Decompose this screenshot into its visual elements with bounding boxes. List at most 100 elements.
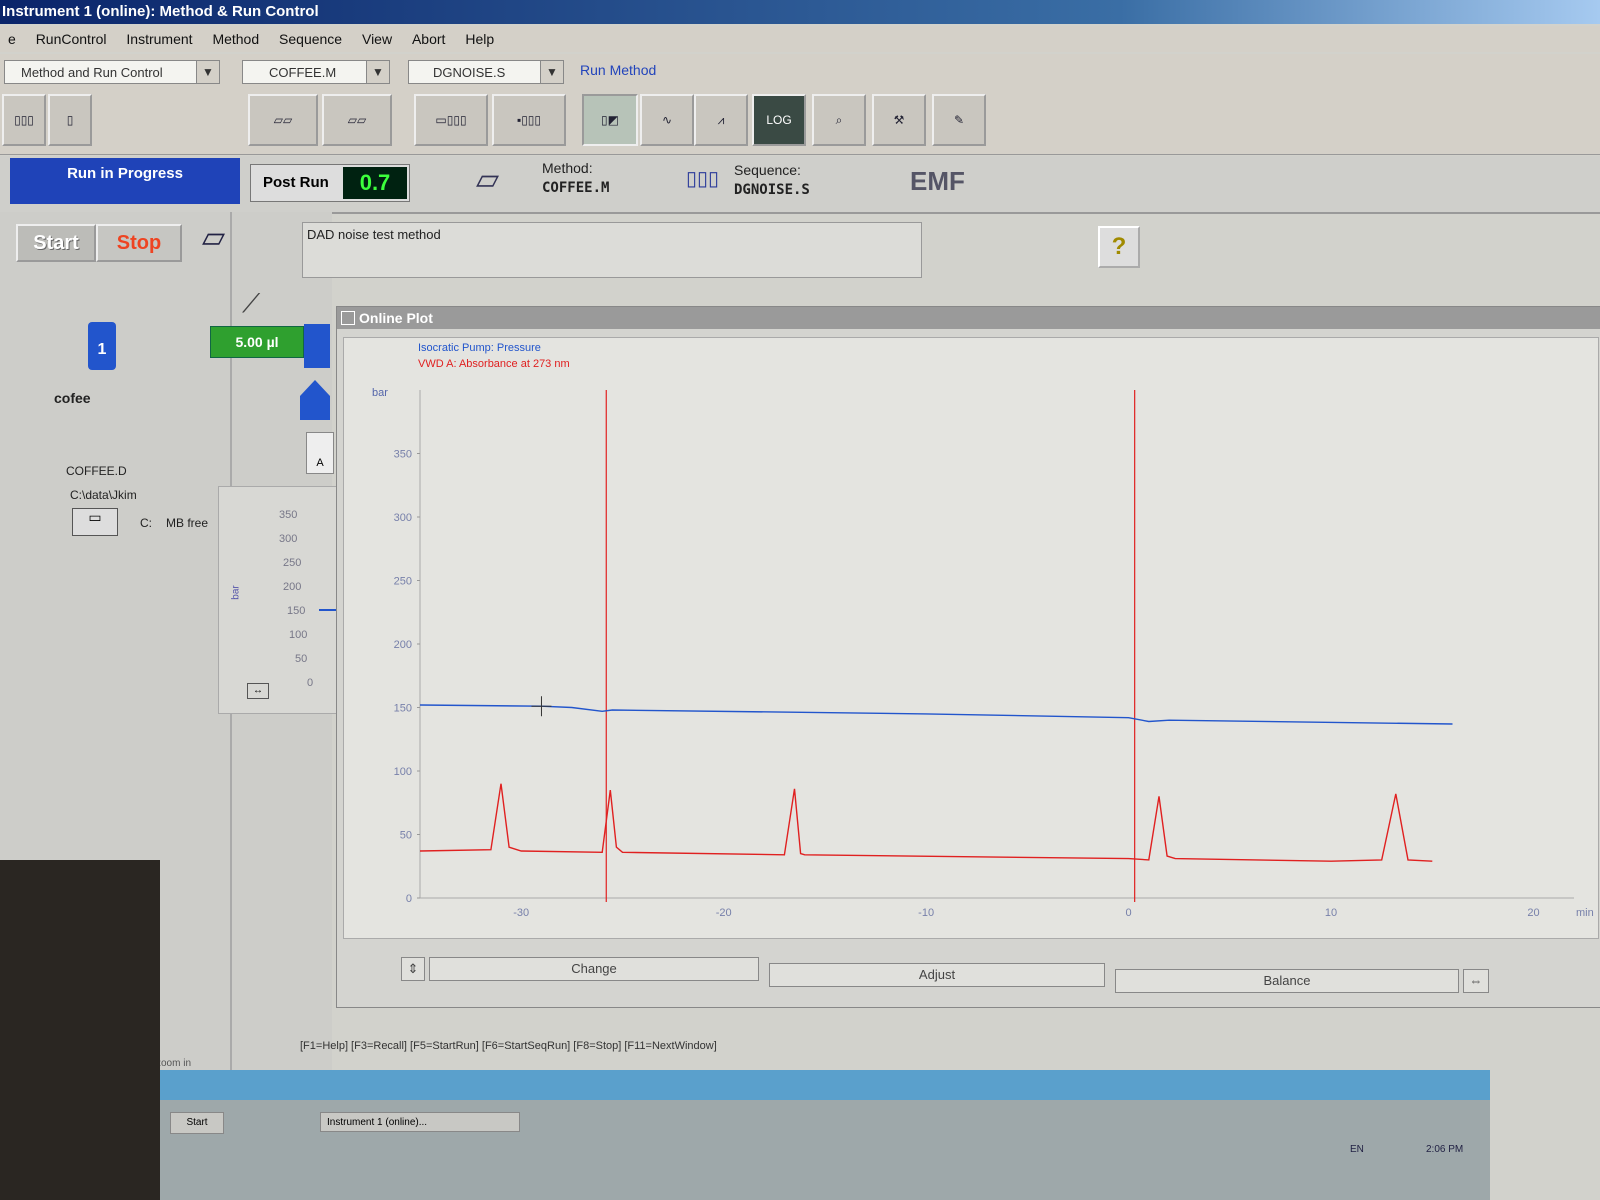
menu-item-sequence[interactable]: Sequence xyxy=(271,26,350,47)
log-icon: LOG xyxy=(766,113,792,127)
pump-icon xyxy=(304,324,330,368)
legend-absorbance: VWD A: Absorbance at 273 nm xyxy=(418,358,570,370)
start-menu-button[interactable]: Start xyxy=(170,1112,224,1134)
datafile-path: C:\data\Jkim xyxy=(70,488,137,502)
single-sample-button[interactable]: ▯ xyxy=(48,94,92,146)
post-run-label: Post Run xyxy=(263,174,329,191)
online-plot-chart: bar 0 50 100 150 200 250 300 350 -30 -20 -10 0 10 20 mi… xyxy=(372,387,1594,919)
open-book-icon: ▱▱ xyxy=(273,113,293,127)
start-button[interactable]: Start xyxy=(16,224,96,262)
status-row: Run in Progress Post Run 0.7 ▱ Method: C… xyxy=(0,156,1600,214)
y-axis-label: bar xyxy=(372,387,388,399)
x-tick-label: -10 xyxy=(918,907,934,919)
save-method-button[interactable]: ▱▱ xyxy=(322,94,392,146)
start-menu-label: Start xyxy=(186,1117,208,1128)
adjust-button[interactable]: Adjust xyxy=(769,963,1105,987)
y-tick-label: 300 xyxy=(394,512,412,524)
taskbar-window-label: Instrument 1 (online)... xyxy=(327,1117,428,1128)
view-select[interactable]: Method and Run Control ▼ xyxy=(4,60,220,84)
menu-item-e[interactable]: e xyxy=(0,26,24,47)
vials-icon: ▯▯▯ xyxy=(14,113,34,127)
app-window: Instrument 1 (online): Method & Run Cont… xyxy=(0,0,1600,1200)
injection-volume[interactable]: 5.00 µl xyxy=(210,326,304,358)
scroll-left-right-button[interactable]: ⇔ xyxy=(1463,969,1489,993)
logbook-button[interactable]: LOG xyxy=(752,94,806,146)
x-tick-label: 10 xyxy=(1325,907,1337,919)
x-tick-label: -20 xyxy=(716,907,732,919)
method-select-value: COFFEE.M xyxy=(269,65,337,80)
sequence-select[interactable]: DGNOISE.S ▼ xyxy=(408,60,564,84)
method-label: Method: xyxy=(542,160,593,176)
change-button[interactable]: Change xyxy=(429,957,759,981)
absorbance-series-line xyxy=(419,783,1433,862)
view-report-button[interactable]: ⌕ xyxy=(812,94,866,146)
online-signal-button[interactable]: ∿ xyxy=(640,94,694,146)
x-tick-label: -30 xyxy=(513,907,529,919)
online-plot-window: Online Plot Isocratic Pump: Pressure VWD… xyxy=(336,306,1600,1008)
online-plot-titlebar[interactable]: Online Plot xyxy=(337,307,1600,329)
load-sequence-button[interactable]: ▭▯▯▯ xyxy=(414,94,488,146)
load-method-button[interactable]: ▱▱ xyxy=(248,94,318,146)
y-tick-label: 250 xyxy=(394,576,412,588)
sequence-value: DGNOISE.S xyxy=(734,182,810,198)
method-value: COFFEE.M xyxy=(542,180,610,196)
help-button[interactable]: ? xyxy=(1098,226,1140,268)
menu-item-runcontrol[interactable]: RunControl xyxy=(28,26,115,47)
sequence-select-value: DGNOISE.S xyxy=(433,65,506,80)
taskbar-window-button[interactable]: Instrument 1 (online)... xyxy=(320,1112,520,1132)
sequence-view-button[interactable]: ▯▯▯ xyxy=(2,94,46,146)
y-tick-label: 150 xyxy=(394,703,412,715)
edit-method-button[interactable]: ✎ xyxy=(932,94,986,146)
question-mark-icon: ? xyxy=(1111,233,1127,260)
vial-run-icon: ▯◩ xyxy=(601,113,619,127)
function-key-bar: [F1=Help] [F3=Recall] [F5=StartRun] [F6=… xyxy=(300,1040,717,1052)
mini-tick: 100 xyxy=(289,629,308,641)
method-description-text: DAD noise test method xyxy=(307,227,441,242)
run-method-label: Run Method xyxy=(580,62,657,78)
x-tick-label: 20 xyxy=(1527,907,1539,919)
pump-arrow-icon xyxy=(300,380,330,420)
menu-item-method[interactable]: Method xyxy=(204,26,267,47)
chevron-down-icon: ▼ xyxy=(540,61,563,83)
view-select-value: Method and Run Control xyxy=(21,65,163,80)
save-sequence-button[interactable]: ▪▯▯▯ xyxy=(492,94,566,146)
wrench-icon: ⚒ xyxy=(893,113,905,127)
mini-tick: 300 xyxy=(279,533,298,545)
run-method-view-button[interactable]: ▯◩ xyxy=(582,94,638,146)
menu-item-instrument[interactable]: Instrument xyxy=(118,26,200,47)
menu-bar: e RunControl Instrument Method Sequence … xyxy=(0,26,1600,52)
taskbar: Start Instrument 1 (online)... EN 2:06 P… xyxy=(160,1100,1490,1200)
instrument-config-button[interactable]: ⚒ xyxy=(872,94,926,146)
menu-item-help[interactable]: Help xyxy=(457,26,502,47)
post-run-value: 0.7 xyxy=(343,167,407,199)
data-analysis-button[interactable]: ⩘ xyxy=(694,94,748,146)
x-tick-label: 0 xyxy=(1126,907,1132,919)
pump-channel: A xyxy=(316,457,324,469)
balance-button[interactable]: Balance xyxy=(1115,969,1459,993)
toolbar: Method and Run Control ▼ COFFEE.M ▼ DGNO… xyxy=(0,54,1600,155)
expand-icon[interactable]: ↔ xyxy=(247,683,269,699)
vial-icon: 1 xyxy=(88,322,116,370)
post-run-display: Post Run 0.7 xyxy=(250,164,410,202)
plot-area: Isocratic Pump: Pressure VWD A: Absorban… xyxy=(343,337,1599,939)
mini-tick: 150 xyxy=(287,605,306,617)
y-tick-label: 350 xyxy=(394,449,412,461)
y-tick-label: 200 xyxy=(394,639,412,651)
menu-item-view[interactable]: View xyxy=(354,26,400,47)
clock: 2:06 PM xyxy=(1426,1144,1464,1155)
method-select[interactable]: COFFEE.M ▼ xyxy=(242,60,390,84)
run-status-badge: Run in Progress xyxy=(10,158,240,204)
chevron-down-icon: ▼ xyxy=(366,61,389,83)
drive-label: C: xyxy=(140,516,152,530)
window-title: Instrument 1 (online): Method & Run Cont… xyxy=(2,3,319,20)
y-tick-label: 50 xyxy=(400,830,412,842)
save-vials-icon: ▪▯▯▯ xyxy=(516,113,542,127)
scroll-up-down-button[interactable]: ⇕ xyxy=(401,957,425,981)
menu-item-abort[interactable]: Abort xyxy=(404,26,453,47)
method-book-icon: ▱ xyxy=(476,163,500,196)
monitor-bezel xyxy=(0,860,160,1200)
save-book-icon: ▱▱ xyxy=(347,113,367,127)
y-tick-label: 0 xyxy=(406,893,412,905)
stop-button[interactable]: Stop xyxy=(96,224,182,262)
signal-icon: ∿ xyxy=(661,113,673,127)
